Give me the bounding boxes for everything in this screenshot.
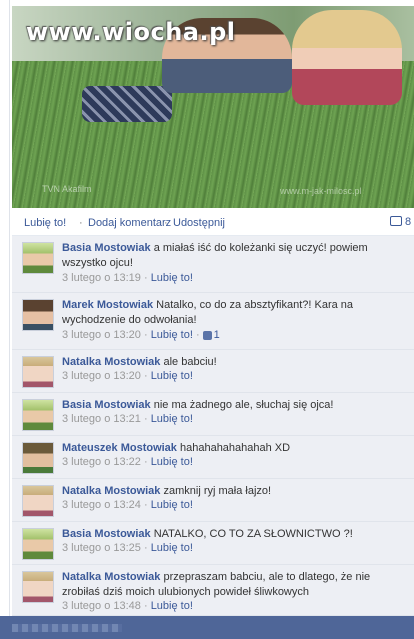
avatar[interactable] bbox=[22, 528, 54, 560]
credit-watermark-right: www.m-jak-milosc.pl bbox=[280, 186, 362, 196]
comment-body: Marek Mostowiak Natalko, co do za abszty… bbox=[62, 298, 402, 328]
comment-text: hahahahahahahah XD bbox=[179, 442, 291, 454]
comment-body: Natalka Mostowiak ale babciu! bbox=[62, 355, 402, 370]
comment-item: Basia Mostowiak a miałaś iść do koleżank… bbox=[12, 236, 414, 293]
comment-text: NATALKO, CO TO ZA SŁOWNICTWO ?! bbox=[153, 528, 353, 540]
separator-dot: · bbox=[79, 217, 83, 229]
avatar[interactable] bbox=[22, 571, 54, 603]
comment-author[interactable]: Basia Mostowiak bbox=[62, 528, 151, 540]
comment-meta: 3 lutego o 13:19 · Lubię to! bbox=[62, 272, 193, 284]
comment-item: Basia Mostowiak nie ma żadnego ale, słuc… bbox=[12, 393, 414, 436]
comment-body: Basia Mostowiak nie ma żadnego ale, słuc… bbox=[62, 398, 402, 413]
comment-author[interactable]: Natalka Mostowiak bbox=[62, 356, 160, 368]
comment-bubble-icon bbox=[390, 216, 402, 227]
like-comment-link[interactable]: Lubię to! bbox=[151, 370, 193, 382]
comment-text: nie ma żadnego ale, słuchaj się ojca! bbox=[153, 399, 334, 411]
comment-body: Basia Mostowiak a miałaś iść do koleżank… bbox=[62, 241, 402, 271]
post-actions-bar: Lubię to! · Dodaj komentarz · Udostępnij… bbox=[12, 208, 414, 236]
comment-body: Natalka Mostowiak zamknij ryj mała łajzo… bbox=[62, 484, 402, 499]
comment-item: Natalka Mostowiak ale babciu! 3 lutego o… bbox=[12, 350, 414, 393]
thumbs-up-icon bbox=[202, 330, 212, 340]
left-border bbox=[0, 0, 10, 639]
comment-time[interactable]: 3 lutego o 13:20 bbox=[62, 370, 141, 382]
comment-like-count[interactable]: 1 bbox=[202, 329, 220, 341]
comment-time[interactable]: 3 lutego o 13:24 bbox=[62, 499, 141, 511]
comment-meta: 3 lutego o 13:20 · Lubię to! bbox=[62, 370, 193, 382]
comment-author[interactable]: Natalka Mostowiak bbox=[62, 571, 160, 583]
comment-author[interactable]: Basia Mostowiak bbox=[62, 399, 151, 411]
like-comment-link[interactable]: Lubię to! bbox=[151, 542, 193, 554]
like-count-value: 1 bbox=[213, 329, 220, 341]
comment-item: Natalka Mostowiak przepraszam babciu, al… bbox=[12, 565, 414, 616]
comment-text: zamknij ryj mała łajzo! bbox=[163, 485, 272, 497]
like-post-link[interactable]: Lubię to! bbox=[24, 217, 66, 229]
comment-item: Basia Mostowiak NATALKO, CO TO ZA SŁOWNI… bbox=[12, 522, 414, 565]
credit-watermark-left: TVN Akafilm bbox=[42, 184, 92, 194]
separator-dot: · bbox=[164, 217, 168, 229]
comment-time[interactable]: 3 lutego o 13:19 bbox=[62, 272, 141, 284]
comment-item: Mateuszek Mostowiak hahahahahahahah XD 3… bbox=[12, 436, 414, 479]
like-comment-link[interactable]: Lubię to! bbox=[151, 413, 193, 425]
comment-count[interactable]: 8 bbox=[390, 216, 411, 228]
comment-author[interactable]: Natalka Mostowiak bbox=[62, 485, 160, 497]
photo-girl bbox=[292, 10, 402, 105]
like-comment-link[interactable]: Lubię to! bbox=[151, 329, 193, 341]
comment-time[interactable]: 3 lutego o 13:25 bbox=[62, 542, 141, 554]
comment-meta: 3 lutego o 13:20 · Lubię to! · 1 bbox=[62, 329, 220, 341]
comment-body: Natalka Mostowiak przepraszam babciu, al… bbox=[62, 570, 402, 600]
avatar[interactable] bbox=[22, 485, 54, 517]
comment-meta: 3 lutego o 13:48 · Lubię to! bbox=[62, 600, 193, 612]
share-link[interactable]: Udostępnij bbox=[173, 217, 225, 229]
bottom-bar bbox=[0, 616, 414, 639]
comment-time[interactable]: 3 lutego o 13:48 bbox=[62, 600, 141, 612]
blurred-bar-content bbox=[12, 624, 122, 632]
avatar[interactable] bbox=[22, 242, 54, 274]
site-watermark: www.wiocha.pl bbox=[26, 18, 236, 46]
comment-time[interactable]: 3 lutego o 13:22 bbox=[62, 456, 141, 468]
like-comment-link[interactable]: Lubię to! bbox=[151, 456, 193, 468]
avatar[interactable] bbox=[22, 442, 54, 474]
avatar[interactable] bbox=[22, 299, 54, 331]
comment-time[interactable]: 3 lutego o 13:20 bbox=[62, 329, 141, 341]
comment-meta: 3 lutego o 13:24 · Lubię to! bbox=[62, 499, 193, 511]
comment-body: Basia Mostowiak NATALKO, CO TO ZA SŁOWNI… bbox=[62, 527, 402, 542]
comment-meta: 3 lutego o 13:22 · Lubię to! bbox=[62, 456, 193, 468]
add-comment-link[interactable]: Dodaj komentarz bbox=[88, 217, 171, 229]
avatar[interactable] bbox=[22, 356, 54, 388]
like-comment-link[interactable]: Lubię to! bbox=[151, 600, 193, 612]
photo-blanket bbox=[82, 86, 172, 122]
comment-text: ale babciu! bbox=[163, 356, 217, 368]
comment-author[interactable]: Mateuszek Mostowiak bbox=[62, 442, 177, 454]
comment-count-value: 8 bbox=[405, 216, 412, 228]
like-comment-link[interactable]: Lubię to! bbox=[151, 499, 193, 511]
comment-time[interactable]: 3 lutego o 13:21 bbox=[62, 413, 141, 425]
like-comment-link[interactable]: Lubię to! bbox=[151, 272, 193, 284]
comment-body: Mateuszek Mostowiak hahahahahahahah XD bbox=[62, 441, 402, 456]
comment-meta: 3 lutego o 13:25 · Lubię to! bbox=[62, 542, 193, 554]
comment-meta: 3 lutego o 13:21 · Lubię to! bbox=[62, 413, 193, 425]
comment-author[interactable]: Marek Mostowiak bbox=[62, 299, 153, 311]
post-photo[interactable]: www.wiocha.pl TVN Akafilm www.m-jak-milo… bbox=[12, 6, 414, 208]
comment-item: Marek Mostowiak Natalko, co do za abszty… bbox=[12, 293, 414, 350]
comment-item: Natalka Mostowiak zamknij ryj mała łajzo… bbox=[12, 479, 414, 522]
avatar[interactable] bbox=[22, 399, 54, 431]
comment-author[interactable]: Basia Mostowiak bbox=[62, 242, 151, 254]
